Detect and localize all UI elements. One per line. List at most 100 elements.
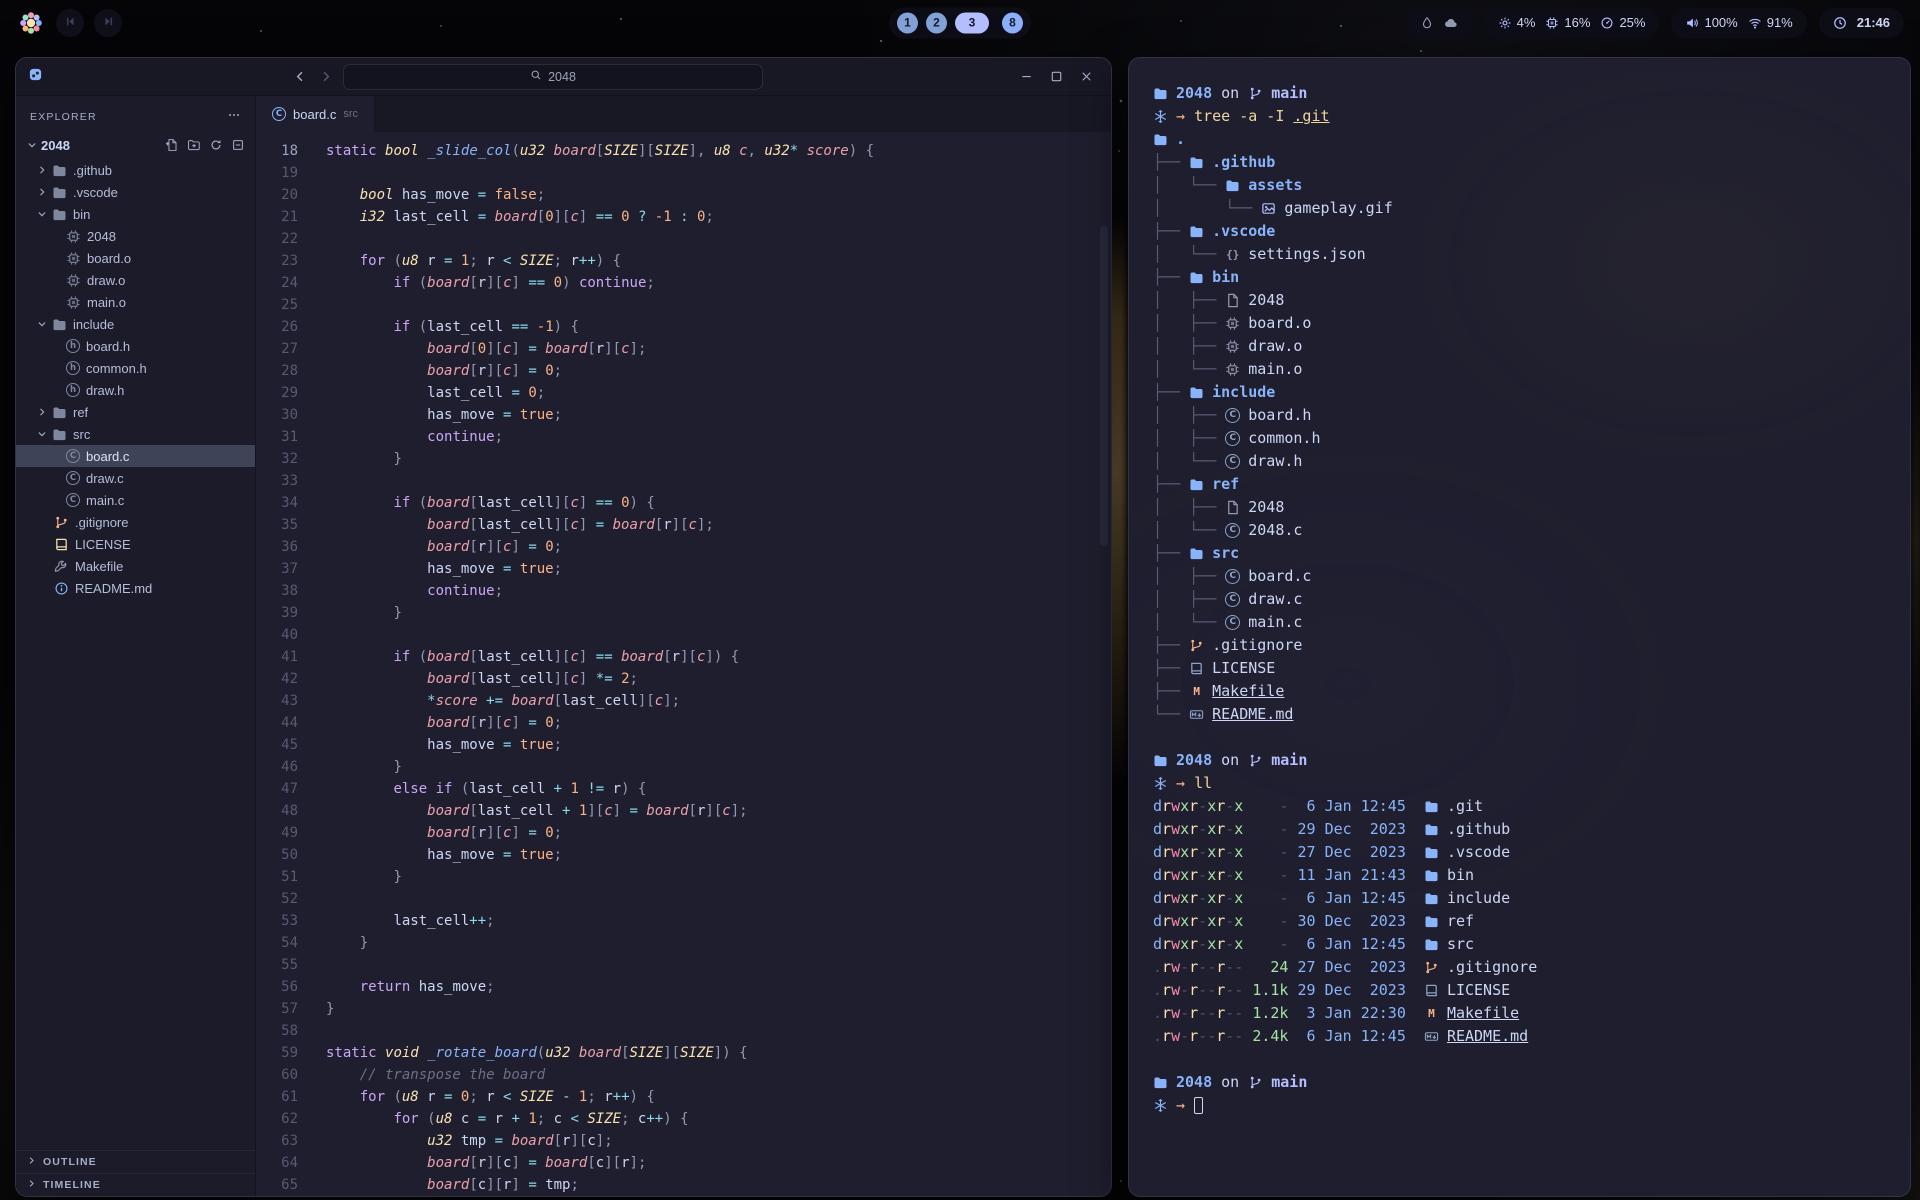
workspace-2[interactable]: 2 xyxy=(926,12,947,33)
line-number-54: 54 xyxy=(256,932,298,954)
media-next-button[interactable] xyxy=(94,9,122,37)
clock-widget[interactable]: 21:46 xyxy=(1819,8,1904,38)
tree-entry-name: 2048 xyxy=(1248,496,1284,519)
audio-network-widget[interactable]: 100%91% xyxy=(1671,8,1806,38)
nav-forward-icon[interactable] xyxy=(318,69,333,84)
sidebar-item-bin[interactable]: bin xyxy=(16,203,255,225)
workspace-1[interactable]: 1 xyxy=(897,12,918,33)
sidebar-item-Makefile[interactable]: Makefile xyxy=(16,555,255,577)
file-size: - xyxy=(1252,818,1288,841)
new-folder-icon[interactable] xyxy=(187,138,201,152)
code-editor[interactable]: 1819202122232425262728293031323334353637… xyxy=(256,132,1111,1196)
sidebar-item-label: board.h xyxy=(86,339,130,354)
sidebar-item-board.o[interactable]: board.o xyxy=(16,247,255,269)
code-line-52 xyxy=(326,888,1111,910)
sidebar-item-draw.c[interactable]: Cdraw.c xyxy=(16,467,255,489)
terminal-tree-row: │ └── Cmain.c xyxy=(1153,611,1886,634)
sidebar-item-board.h[interactable]: hboard.h xyxy=(16,335,255,357)
tree-entry-name: include xyxy=(1212,381,1275,404)
sidebar-item-.github[interactable]: .github xyxy=(16,159,255,181)
terminal-ll-row: .rw-r--r-- 1.2k 3 Jan 22:30 MMakefile xyxy=(1153,1002,1886,1025)
line-number-39: 39 xyxy=(256,602,298,624)
code-line-29: last_cell = 0; xyxy=(326,382,1111,404)
sidebar-item-draw.h[interactable]: hdraw.h xyxy=(16,379,255,401)
line-number-63: 63 xyxy=(256,1130,298,1152)
prompt-git-branch: main xyxy=(1271,82,1307,105)
tab-label: board.c xyxy=(293,107,336,122)
line-number-27: 27 xyxy=(256,338,298,360)
folder-icon xyxy=(1424,799,1439,814)
close-icon[interactable] xyxy=(1073,64,1099,90)
tree-prefix: │ ├── xyxy=(1153,496,1225,519)
refresh-icon[interactable] xyxy=(209,138,223,152)
timeline-section[interactable]: TIMELINE xyxy=(16,1173,255,1196)
folder-icon xyxy=(52,207,67,222)
sidebar-item-board.c[interactable]: Cboard.c xyxy=(16,445,255,467)
new-file-icon[interactable] xyxy=(165,138,179,152)
collapse-all-icon[interactable] xyxy=(231,138,245,152)
sidebar-item-label: board.c xyxy=(86,449,129,464)
line-number-33: 33 xyxy=(256,470,298,492)
tree-entry-name: src xyxy=(1212,542,1239,565)
braces-icon: {} xyxy=(1225,243,1240,266)
branch-icon xyxy=(1248,86,1263,101)
file-name: LICENSE xyxy=(1447,979,1510,1002)
terminal-tree-row: │ ├── 2048 xyxy=(1153,496,1886,519)
sidebar-item-ref[interactable]: ref xyxy=(16,401,255,423)
tree-entry-name: Makefile xyxy=(1212,680,1284,703)
line-number-47: 47 xyxy=(256,778,298,800)
sidebar-item-main.o[interactable]: main.o xyxy=(16,291,255,313)
chev-down-icon xyxy=(36,428,52,440)
tab-bar: C board.c src xyxy=(256,96,1111,132)
sidebar-item-.vscode[interactable]: .vscode xyxy=(16,181,255,203)
gear-icon xyxy=(1498,16,1512,30)
terminal-window[interactable]: 2048 on main→ tree -a -I .git.├── .githu… xyxy=(1128,57,1911,1197)
sidebar-item-draw.o[interactable]: draw.o xyxy=(16,269,255,291)
file-size: 1.2k xyxy=(1252,1002,1288,1025)
nav-back-icon[interactable] xyxy=(293,69,308,84)
maximize-icon[interactable] xyxy=(1043,64,1069,90)
tree-entry-name: 2048 xyxy=(1248,289,1284,312)
editor-actions xyxy=(1097,96,1111,132)
weather-widget[interactable] xyxy=(1406,8,1472,38)
editor-titlebar[interactable]: 2048 xyxy=(16,58,1111,96)
tree-entry-name: draw.o xyxy=(1248,335,1302,358)
file-name: .git xyxy=(1447,795,1483,818)
tree-prefix: │ ├── xyxy=(1153,404,1225,427)
tab-board.c[interactable]: C board.c src xyxy=(256,96,375,132)
terminal-tree-row: ├── src xyxy=(1153,542,1886,565)
project-root-row[interactable]: 2048 xyxy=(16,133,255,157)
sidebar-item-2048[interactable]: 2048 xyxy=(16,225,255,247)
sidebar-item-LICENSE[interactable]: LICENSE xyxy=(16,533,255,555)
snowflake-icon xyxy=(1153,776,1168,791)
code-line-28: board[r][c] = 0; xyxy=(326,360,1111,382)
file-permissions: .rw-r--r-- xyxy=(1153,979,1243,1002)
workspace-3[interactable]: 3 xyxy=(955,12,989,33)
sidebar-item-src[interactable]: src xyxy=(16,423,255,445)
media-prev-button[interactable] xyxy=(56,9,84,37)
clock-icon xyxy=(1833,16,1847,30)
launcher-icon[interactable] xyxy=(16,8,46,38)
m-letter-icon: M xyxy=(1189,680,1204,703)
sidebar-item-main.c[interactable]: Cmain.c xyxy=(16,489,255,511)
workspace-8[interactable]: 8 xyxy=(1002,12,1023,33)
book-icon xyxy=(1424,983,1439,998)
outline-section[interactable]: OUTLINE xyxy=(16,1150,255,1173)
workspace-switcher: 1238 xyxy=(889,7,1031,38)
explorer-more-icon[interactable] xyxy=(227,108,241,125)
sidebar-item-label: common.h xyxy=(86,361,147,376)
line-number-36: 36 xyxy=(256,536,298,558)
editor-scrollbar[interactable] xyxy=(1100,226,1108,546)
minimize-icon[interactable] xyxy=(1013,64,1039,90)
next-icon xyxy=(102,15,115,31)
c-circle-icon: C xyxy=(1225,431,1240,446)
code-line-53: last_cell++; xyxy=(326,910,1111,932)
sidebar-item-README.md[interactable]: README.md xyxy=(16,577,255,599)
sidebar-item-.gitignore[interactable]: .gitignore xyxy=(16,511,255,533)
system-stats-widget[interactable]: 4%16%25% xyxy=(1484,8,1660,38)
sidebar-item-include[interactable]: include xyxy=(16,313,255,335)
sidebar-item-common.h[interactable]: hcommon.h xyxy=(16,357,255,379)
line-number-31: 31 xyxy=(256,426,298,448)
terminal-prompt: 2048 on main xyxy=(1153,82,1886,105)
search-input[interactable]: 2048 xyxy=(343,64,763,90)
